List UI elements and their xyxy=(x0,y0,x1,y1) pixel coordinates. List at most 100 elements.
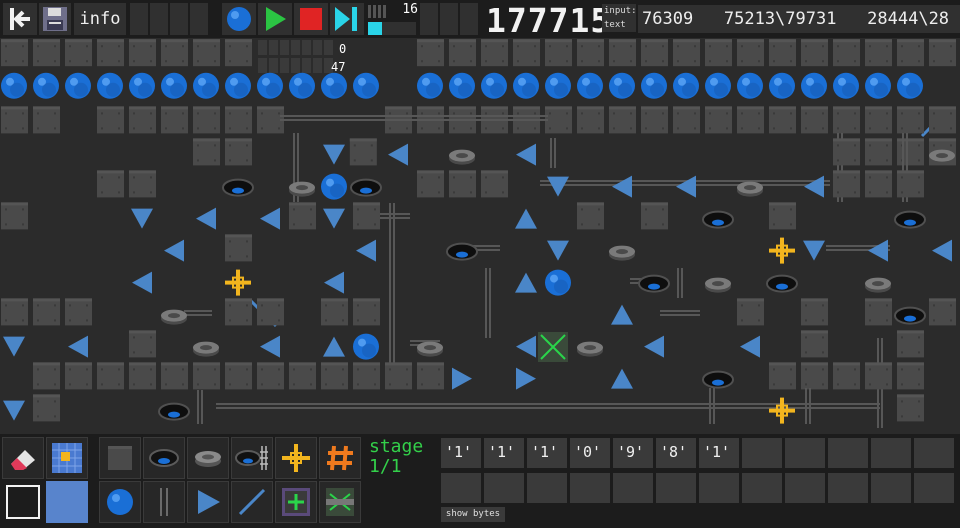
marble-tool[interactable] xyxy=(99,481,141,523)
block-tile xyxy=(801,39,828,67)
marble-button[interactable] xyxy=(222,3,256,35)
byte-cell: '1' xyxy=(527,438,567,468)
block-tile xyxy=(833,170,860,198)
empty-byte-cell xyxy=(742,473,782,503)
back-button[interactable] xyxy=(3,3,37,35)
rail-tool[interactable] xyxy=(143,481,185,523)
marble xyxy=(577,72,603,99)
marble xyxy=(897,72,923,99)
block-tool[interactable] xyxy=(99,437,141,479)
hole xyxy=(638,274,670,293)
step-button[interactable] xyxy=(330,3,364,35)
play-button[interactable] xyxy=(258,3,292,35)
block-tile xyxy=(737,39,764,67)
board-overlay-top: 0 xyxy=(339,42,347,56)
block-tile xyxy=(897,362,924,390)
empty-byte-cell xyxy=(828,438,868,468)
arrow-left xyxy=(68,335,88,358)
block-tile xyxy=(481,170,508,198)
marble xyxy=(417,72,443,99)
empty-byte-cell xyxy=(570,473,610,503)
marble xyxy=(737,72,763,99)
block-tile xyxy=(33,106,60,134)
block-tile xyxy=(609,39,636,67)
info-button[interactable]: info xyxy=(74,3,126,35)
disc-tool[interactable] xyxy=(187,437,229,479)
rail xyxy=(709,388,715,424)
marble xyxy=(545,269,571,296)
arrow-left xyxy=(356,239,376,262)
blue-marble-icon xyxy=(227,7,251,31)
block-tile xyxy=(801,362,828,390)
region-select-icon xyxy=(6,485,40,519)
switch-tool[interactable] xyxy=(319,481,361,523)
empty-byte-cell xyxy=(484,473,524,503)
counter-tool[interactable] xyxy=(275,481,317,523)
meter-cell xyxy=(313,58,322,73)
meter-cell xyxy=(258,58,267,73)
block-tile xyxy=(129,330,156,358)
block-tile xyxy=(349,138,377,166)
hole xyxy=(702,210,734,229)
output-text: 76309 75213\79731 28444\28 xyxy=(638,5,960,33)
board-canvas[interactable] xyxy=(0,38,960,434)
block-tile xyxy=(225,106,252,134)
empty-slot xyxy=(460,3,478,35)
stop-button[interactable] xyxy=(294,3,328,35)
meter-cell xyxy=(269,40,278,55)
block-tile xyxy=(641,106,668,134)
block-tile xyxy=(129,39,156,67)
empty-slot xyxy=(190,3,208,35)
arrow-left xyxy=(260,207,280,230)
meter-cell xyxy=(324,40,333,55)
arrow-left xyxy=(676,175,696,198)
region-select-tool[interactable] xyxy=(2,481,44,523)
block-tile xyxy=(385,362,412,390)
crossing xyxy=(769,237,795,264)
stop-icon xyxy=(300,8,322,30)
empty-slot xyxy=(440,3,458,35)
crossing-tool[interactable] xyxy=(275,437,317,479)
meter-cell xyxy=(291,58,300,73)
marble xyxy=(321,72,347,99)
marble xyxy=(33,72,59,99)
game-board[interactable]: 0 47 xyxy=(0,38,960,434)
block-tile xyxy=(65,362,92,390)
block-tile xyxy=(353,202,380,230)
diagonal-tool[interactable] xyxy=(231,481,273,523)
hole-tool[interactable] xyxy=(143,437,185,479)
hash-tool[interactable] xyxy=(319,437,361,479)
block-tile xyxy=(801,298,828,326)
hole-rail-tool[interactable] xyxy=(231,437,273,479)
empty-byte-cell xyxy=(656,473,696,503)
block-tile xyxy=(225,362,252,390)
arrow-down xyxy=(131,208,153,229)
block-tile xyxy=(33,298,60,326)
empty-byte-cell xyxy=(441,473,481,503)
marble xyxy=(833,72,859,99)
show-bytes-button[interactable]: show bytes xyxy=(441,507,505,522)
color-swatch[interactable] xyxy=(46,481,88,523)
byte-cell: '1' xyxy=(484,438,524,468)
block-tile xyxy=(417,170,444,198)
eraser-tool[interactable] xyxy=(2,437,44,479)
block-tile xyxy=(449,170,476,198)
grid-select-tool[interactable] xyxy=(46,437,88,479)
color-swatch-icon xyxy=(47,482,87,522)
block-tile xyxy=(161,362,188,390)
disc xyxy=(161,309,187,325)
marble xyxy=(97,72,123,99)
arrow-tool[interactable] xyxy=(187,481,229,523)
hole xyxy=(702,370,734,389)
block-tile xyxy=(577,39,604,67)
marble xyxy=(641,72,667,99)
block-tile xyxy=(97,170,124,198)
marble xyxy=(193,72,219,99)
marble xyxy=(65,72,91,99)
save-button[interactable] xyxy=(39,3,71,35)
marble xyxy=(545,72,571,99)
block-tile xyxy=(545,39,572,67)
block-tile xyxy=(897,138,924,166)
block-tile xyxy=(641,39,668,67)
block-tile xyxy=(161,39,188,67)
